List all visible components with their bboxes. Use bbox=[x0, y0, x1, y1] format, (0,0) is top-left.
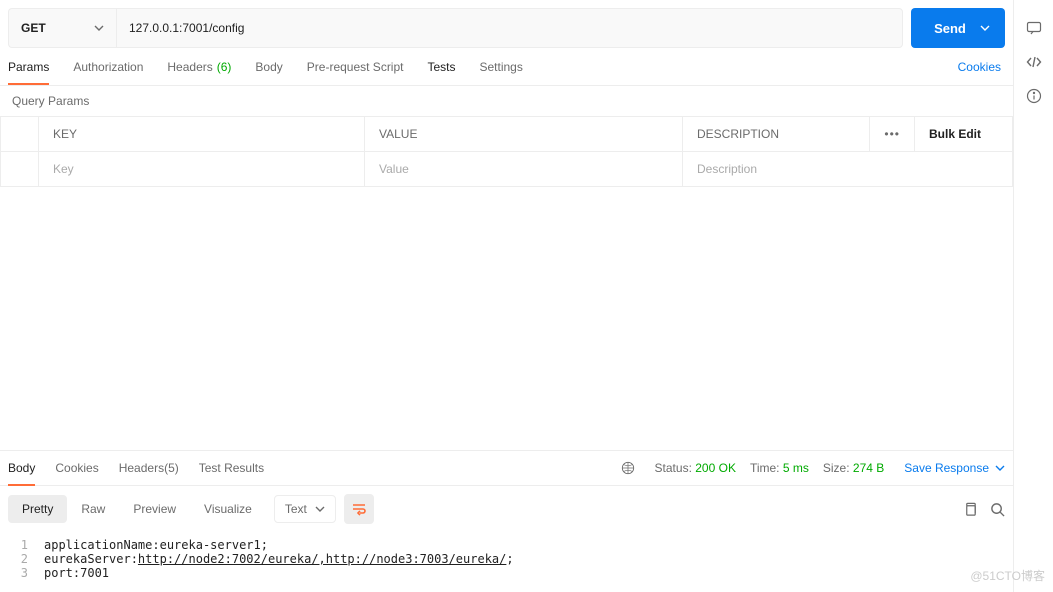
response-tab-headers-label: Headers bbox=[119, 461, 164, 475]
response-tabs-row: Body Cookies Headers(5) Test Results Sta… bbox=[0, 450, 1013, 486]
time-value: 5 ms bbox=[783, 461, 809, 475]
ellipsis-icon: ••• bbox=[884, 127, 900, 141]
value-input[interactable] bbox=[379, 162, 668, 176]
comments-icon[interactable] bbox=[1026, 20, 1042, 36]
watermark: @51CTO博客 bbox=[970, 567, 1045, 584]
code-icon[interactable] bbox=[1026, 54, 1042, 70]
code-line: 1 applicationName:eureka-server1; bbox=[0, 538, 1013, 552]
tab-settings[interactable]: Settings bbox=[480, 50, 523, 84]
http-method-value: GET bbox=[21, 21, 46, 35]
save-response-label: Save Response bbox=[904, 461, 989, 475]
response-tab-headers[interactable]: Headers(5) bbox=[119, 451, 179, 485]
line-content: eurekaServer:http://node2:7002/eureka/,h… bbox=[44, 552, 514, 566]
side-rail bbox=[1013, 0, 1053, 592]
table-row bbox=[1, 152, 1013, 187]
view-visualize[interactable]: Visualize bbox=[190, 495, 266, 523]
body-type-value: Text bbox=[285, 502, 307, 516]
chevron-down-icon bbox=[995, 463, 1005, 473]
cookies-link[interactable]: Cookies bbox=[958, 60, 1005, 74]
query-params-label: Query Params bbox=[0, 86, 1013, 116]
status-value: 200 OK bbox=[695, 461, 736, 475]
url-input[interactable]: 127.0.0.1:7001/config bbox=[116, 8, 903, 48]
tab-params[interactable]: Params bbox=[8, 50, 49, 84]
wrap-lines-button[interactable] bbox=[344, 494, 374, 524]
view-mode-segment: Pretty Raw Preview Visualize bbox=[8, 495, 266, 523]
tab-body[interactable]: Body bbox=[255, 50, 282, 84]
column-options[interactable]: ••• bbox=[870, 117, 915, 152]
view-pretty[interactable]: Pretty bbox=[8, 495, 67, 523]
tab-headers-count: (6) bbox=[217, 60, 232, 74]
send-button[interactable]: Send bbox=[911, 8, 1005, 48]
checkbox-header bbox=[1, 117, 39, 152]
response-tab-tests[interactable]: Test Results bbox=[199, 451, 264, 485]
request-tabs-row: Params Authorization Headers (6) Body Pre… bbox=[0, 48, 1013, 86]
http-method-select[interactable]: GET bbox=[8, 8, 116, 48]
tab-prerequest[interactable]: Pre-request Script bbox=[307, 50, 404, 84]
view-preview[interactable]: Preview bbox=[119, 495, 190, 523]
tab-headers-label: Headers bbox=[167, 60, 212, 74]
send-label: Send bbox=[934, 21, 966, 36]
response-toolbar: Pretty Raw Preview Visualize Text bbox=[0, 486, 1013, 532]
globe-icon[interactable] bbox=[621, 461, 635, 475]
value-header: VALUE bbox=[365, 117, 683, 152]
size-value: 274 B bbox=[853, 461, 884, 475]
line-content: applicationName:eureka-server1; bbox=[44, 538, 268, 552]
line-number: 2 bbox=[0, 552, 44, 566]
tab-authorization[interactable]: Authorization bbox=[73, 50, 143, 84]
key-header: KEY bbox=[39, 117, 365, 152]
checkbox-cell[interactable] bbox=[1, 152, 39, 187]
line-content: port:7001 bbox=[44, 566, 109, 580]
request-url-bar: GET 127.0.0.1:7001/config Send bbox=[0, 0, 1013, 48]
bulk-edit-button[interactable]: Bulk Edit bbox=[915, 117, 1013, 152]
description-header: DESCRIPTION bbox=[683, 117, 870, 152]
chevron-down-icon bbox=[94, 23, 104, 33]
tab-tests[interactable]: Tests bbox=[427, 50, 455, 84]
line-number: 3 bbox=[0, 566, 44, 580]
key-input[interactable] bbox=[53, 162, 350, 176]
code-line: 3 port:7001 bbox=[0, 566, 1013, 580]
body-type-select[interactable]: Text bbox=[274, 495, 336, 523]
chevron-down-icon bbox=[980, 23, 990, 33]
query-params-table: KEY VALUE DESCRIPTION ••• Bulk Edit bbox=[0, 116, 1013, 187]
search-icon[interactable] bbox=[990, 502, 1005, 517]
response-meta: Status: 200 OK Time: 5 ms Size: 274 B bbox=[655, 461, 885, 475]
save-response-button[interactable]: Save Response bbox=[904, 461, 1005, 475]
response-body[interactable]: 1 applicationName:eureka-server1; 2 eure… bbox=[0, 532, 1013, 592]
response-tab-body[interactable]: Body bbox=[8, 451, 35, 485]
wrap-icon bbox=[351, 501, 367, 517]
url-value: 127.0.0.1:7001/config bbox=[129, 21, 244, 35]
view-raw[interactable]: Raw bbox=[67, 495, 119, 523]
info-icon[interactable] bbox=[1026, 88, 1042, 104]
description-input[interactable] bbox=[697, 162, 998, 176]
code-line: 2 eurekaServer:http://node2:7002/eureka/… bbox=[0, 552, 1013, 566]
chevron-down-icon bbox=[315, 504, 325, 514]
line-number: 1 bbox=[0, 538, 44, 552]
response-tab-headers-count: (5) bbox=[164, 461, 179, 475]
copy-icon[interactable] bbox=[963, 502, 978, 517]
tab-headers[interactable]: Headers (6) bbox=[167, 50, 231, 84]
response-tab-cookies[interactable]: Cookies bbox=[55, 451, 98, 485]
